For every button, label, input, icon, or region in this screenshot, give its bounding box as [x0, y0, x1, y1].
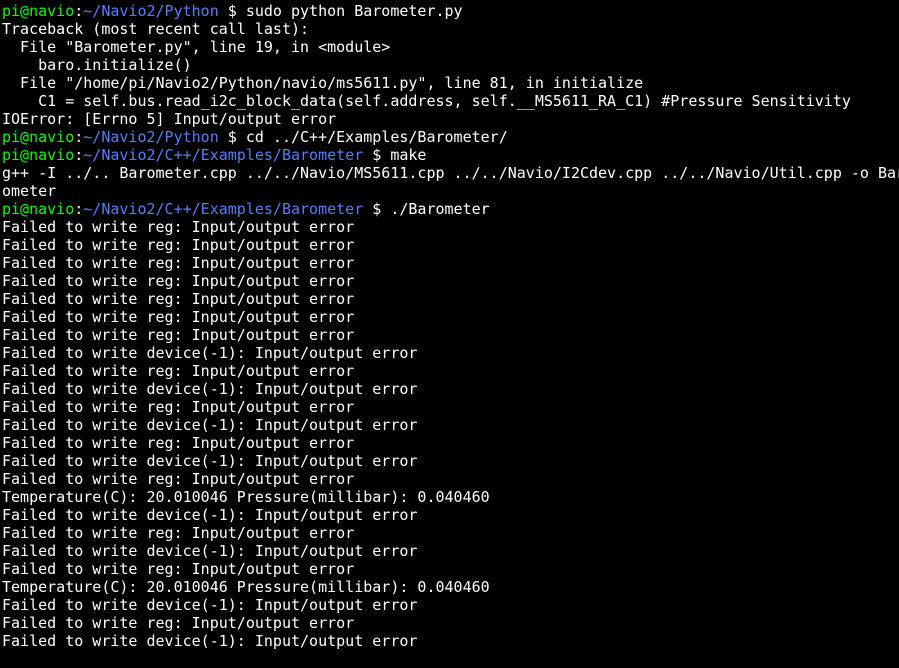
terminal[interactable]: pi@navio:~/Navio2/Python $ sudo python B…: [0, 0, 899, 652]
terminal-segment: ~/Navio2/Python: [83, 2, 218, 20]
terminal-segment: Failed to write reg: Input/output error: [2, 470, 354, 488]
terminal-line: Failed to write reg: Input/output error: [2, 236, 897, 254]
terminal-line: baro.initialize(): [2, 56, 897, 74]
terminal-segment: :: [74, 146, 83, 164]
terminal-line: Traceback (most recent call last):: [2, 20, 897, 38]
terminal-segment: Failed to write reg: Input/output error: [2, 254, 354, 272]
terminal-line: File "/home/pi/Navio2/Python/navio/ms561…: [2, 74, 897, 92]
terminal-segment: pi@navio: [2, 146, 74, 164]
terminal-segment: $ cd ../C++/Examples/Barometer/: [219, 128, 508, 146]
terminal-line: Failed to write reg: Input/output error: [2, 290, 897, 308]
terminal-line: Failed to write reg: Input/output error: [2, 218, 897, 236]
terminal-line: Failed to write reg: Input/output error: [2, 470, 897, 488]
terminal-segment: Failed to write reg: Input/output error: [2, 560, 354, 578]
terminal-segment: Failed to write reg: Input/output error: [2, 236, 354, 254]
terminal-segment: pi@navio: [2, 128, 74, 146]
terminal-segment: ~/Navio2/C++/Examples/Barometer: [83, 200, 363, 218]
terminal-segment: IOError: [Errno 5] Input/output error: [2, 110, 336, 128]
terminal-segment: Failed to write reg: Input/output error: [2, 308, 354, 326]
terminal-line: Failed to write reg: Input/output error: [2, 254, 897, 272]
terminal-segment: :: [74, 200, 83, 218]
terminal-line: Failed to write device(-1): Input/output…: [2, 344, 897, 362]
terminal-line: Failed to write device(-1): Input/output…: [2, 452, 897, 470]
terminal-segment: File "Barometer.py", line 19, in <module…: [2, 38, 390, 56]
terminal-segment: Failed to write device(-1): Input/output…: [2, 542, 417, 560]
terminal-line: Failed to write device(-1): Input/output…: [2, 506, 897, 524]
terminal-segment: File "/home/pi/Navio2/Python/navio/ms561…: [2, 74, 643, 92]
terminal-segment: Failed to write reg: Input/output error: [2, 434, 354, 452]
terminal-segment: :: [74, 2, 83, 20]
terminal-line: C1 = self.bus.read_i2c_block_data(self.a…: [2, 92, 897, 110]
terminal-line: Failed to write reg: Input/output error: [2, 434, 897, 452]
terminal-segment: Failed to write reg: Input/output error: [2, 524, 354, 542]
terminal-segment: C1 = self.bus.read_i2c_block_data(self.a…: [2, 92, 851, 110]
terminal-line: pi@navio:~/Navio2/Python $ sudo python B…: [2, 2, 897, 20]
terminal-segment: Failed to write reg: Input/output error: [2, 290, 354, 308]
terminal-segment: Failed to write reg: Input/output error: [2, 218, 354, 236]
terminal-segment: $ sudo python Barometer.py: [219, 2, 463, 20]
terminal-segment: Failed to write reg: Input/output error: [2, 398, 354, 416]
terminal-line: Failed to write reg: Input/output error: [2, 398, 897, 416]
terminal-segment: Failed to write device(-1): Input/output…: [2, 452, 417, 470]
terminal-segment: ometer: [2, 182, 56, 200]
terminal-line: IOError: [Errno 5] Input/output error: [2, 110, 897, 128]
terminal-line: pi@navio:~/Navio2/Python $ cd ../C++/Exa…: [2, 128, 897, 146]
terminal-segment: :: [74, 128, 83, 146]
terminal-segment: ~/Navio2/Python: [83, 128, 218, 146]
terminal-line: g++ -I ../.. Barometer.cpp ../../Navio/M…: [2, 164, 897, 182]
terminal-line: Failed to write reg: Input/output error: [2, 362, 897, 380]
terminal-segment: Failed to write device(-1): Input/output…: [2, 506, 417, 524]
terminal-line: ometer: [2, 182, 897, 200]
terminal-segment: Failed to write reg: Input/output error: [2, 362, 354, 380]
terminal-line: Failed to write device(-1): Input/output…: [2, 596, 897, 614]
terminal-segment: pi@navio: [2, 200, 74, 218]
terminal-segment: ~/Navio2/C++/Examples/Barometer: [83, 146, 363, 164]
terminal-line: Temperature(C): 20.010046 Pressure(milli…: [2, 578, 897, 596]
terminal-segment: Failed to write device(-1): Input/output…: [2, 416, 417, 434]
terminal-segment: Temperature(C): 20.010046 Pressure(milli…: [2, 488, 490, 506]
terminal-line: Failed to write device(-1): Input/output…: [2, 542, 897, 560]
terminal-segment: Failed to write device(-1): Input/output…: [2, 380, 417, 398]
terminal-line: Failed to write device(-1): Input/output…: [2, 380, 897, 398]
terminal-line: Failed to write reg: Input/output error: [2, 560, 897, 578]
terminal-segment: Failed to write device(-1): Input/output…: [2, 596, 417, 614]
terminal-segment: $ make: [363, 146, 426, 164]
terminal-segment: g++ -I ../.. Barometer.cpp ../../Navio/M…: [2, 164, 899, 182]
terminal-segment: pi@navio: [2, 2, 74, 20]
terminal-line: pi@navio:~/Navio2/C++/Examples/Barometer…: [2, 146, 897, 164]
terminal-segment: Failed to write device(-1): Input/output…: [2, 344, 417, 362]
terminal-line: Failed to write reg: Input/output error: [2, 272, 897, 290]
terminal-line: Failed to write device(-1): Input/output…: [2, 632, 897, 650]
terminal-segment: Traceback (most recent call last):: [2, 20, 309, 38]
terminal-line: Failed to write reg: Input/output error: [2, 308, 897, 326]
terminal-segment: $ ./Barometer: [363, 200, 489, 218]
terminal-segment: Failed to write reg: Input/output error: [2, 614, 354, 632]
terminal-line: Failed to write reg: Input/output error: [2, 326, 897, 344]
terminal-line: pi@navio:~/Navio2/C++/Examples/Barometer…: [2, 200, 897, 218]
terminal-line: Failed to write device(-1): Input/output…: [2, 416, 897, 434]
terminal-line: File "Barometer.py", line 19, in <module…: [2, 38, 897, 56]
terminal-segment: Failed to write reg: Input/output error: [2, 272, 354, 290]
terminal-segment: Failed to write device(-1): Input/output…: [2, 632, 417, 650]
terminal-segment: baro.initialize(): [2, 56, 192, 74]
terminal-segment: Failed to write reg: Input/output error: [2, 326, 354, 344]
terminal-line: Failed to write reg: Input/output error: [2, 614, 897, 632]
terminal-line: Failed to write reg: Input/output error: [2, 524, 897, 542]
terminal-line: Temperature(C): 20.010046 Pressure(milli…: [2, 488, 897, 506]
terminal-segment: Temperature(C): 20.010046 Pressure(milli…: [2, 578, 490, 596]
